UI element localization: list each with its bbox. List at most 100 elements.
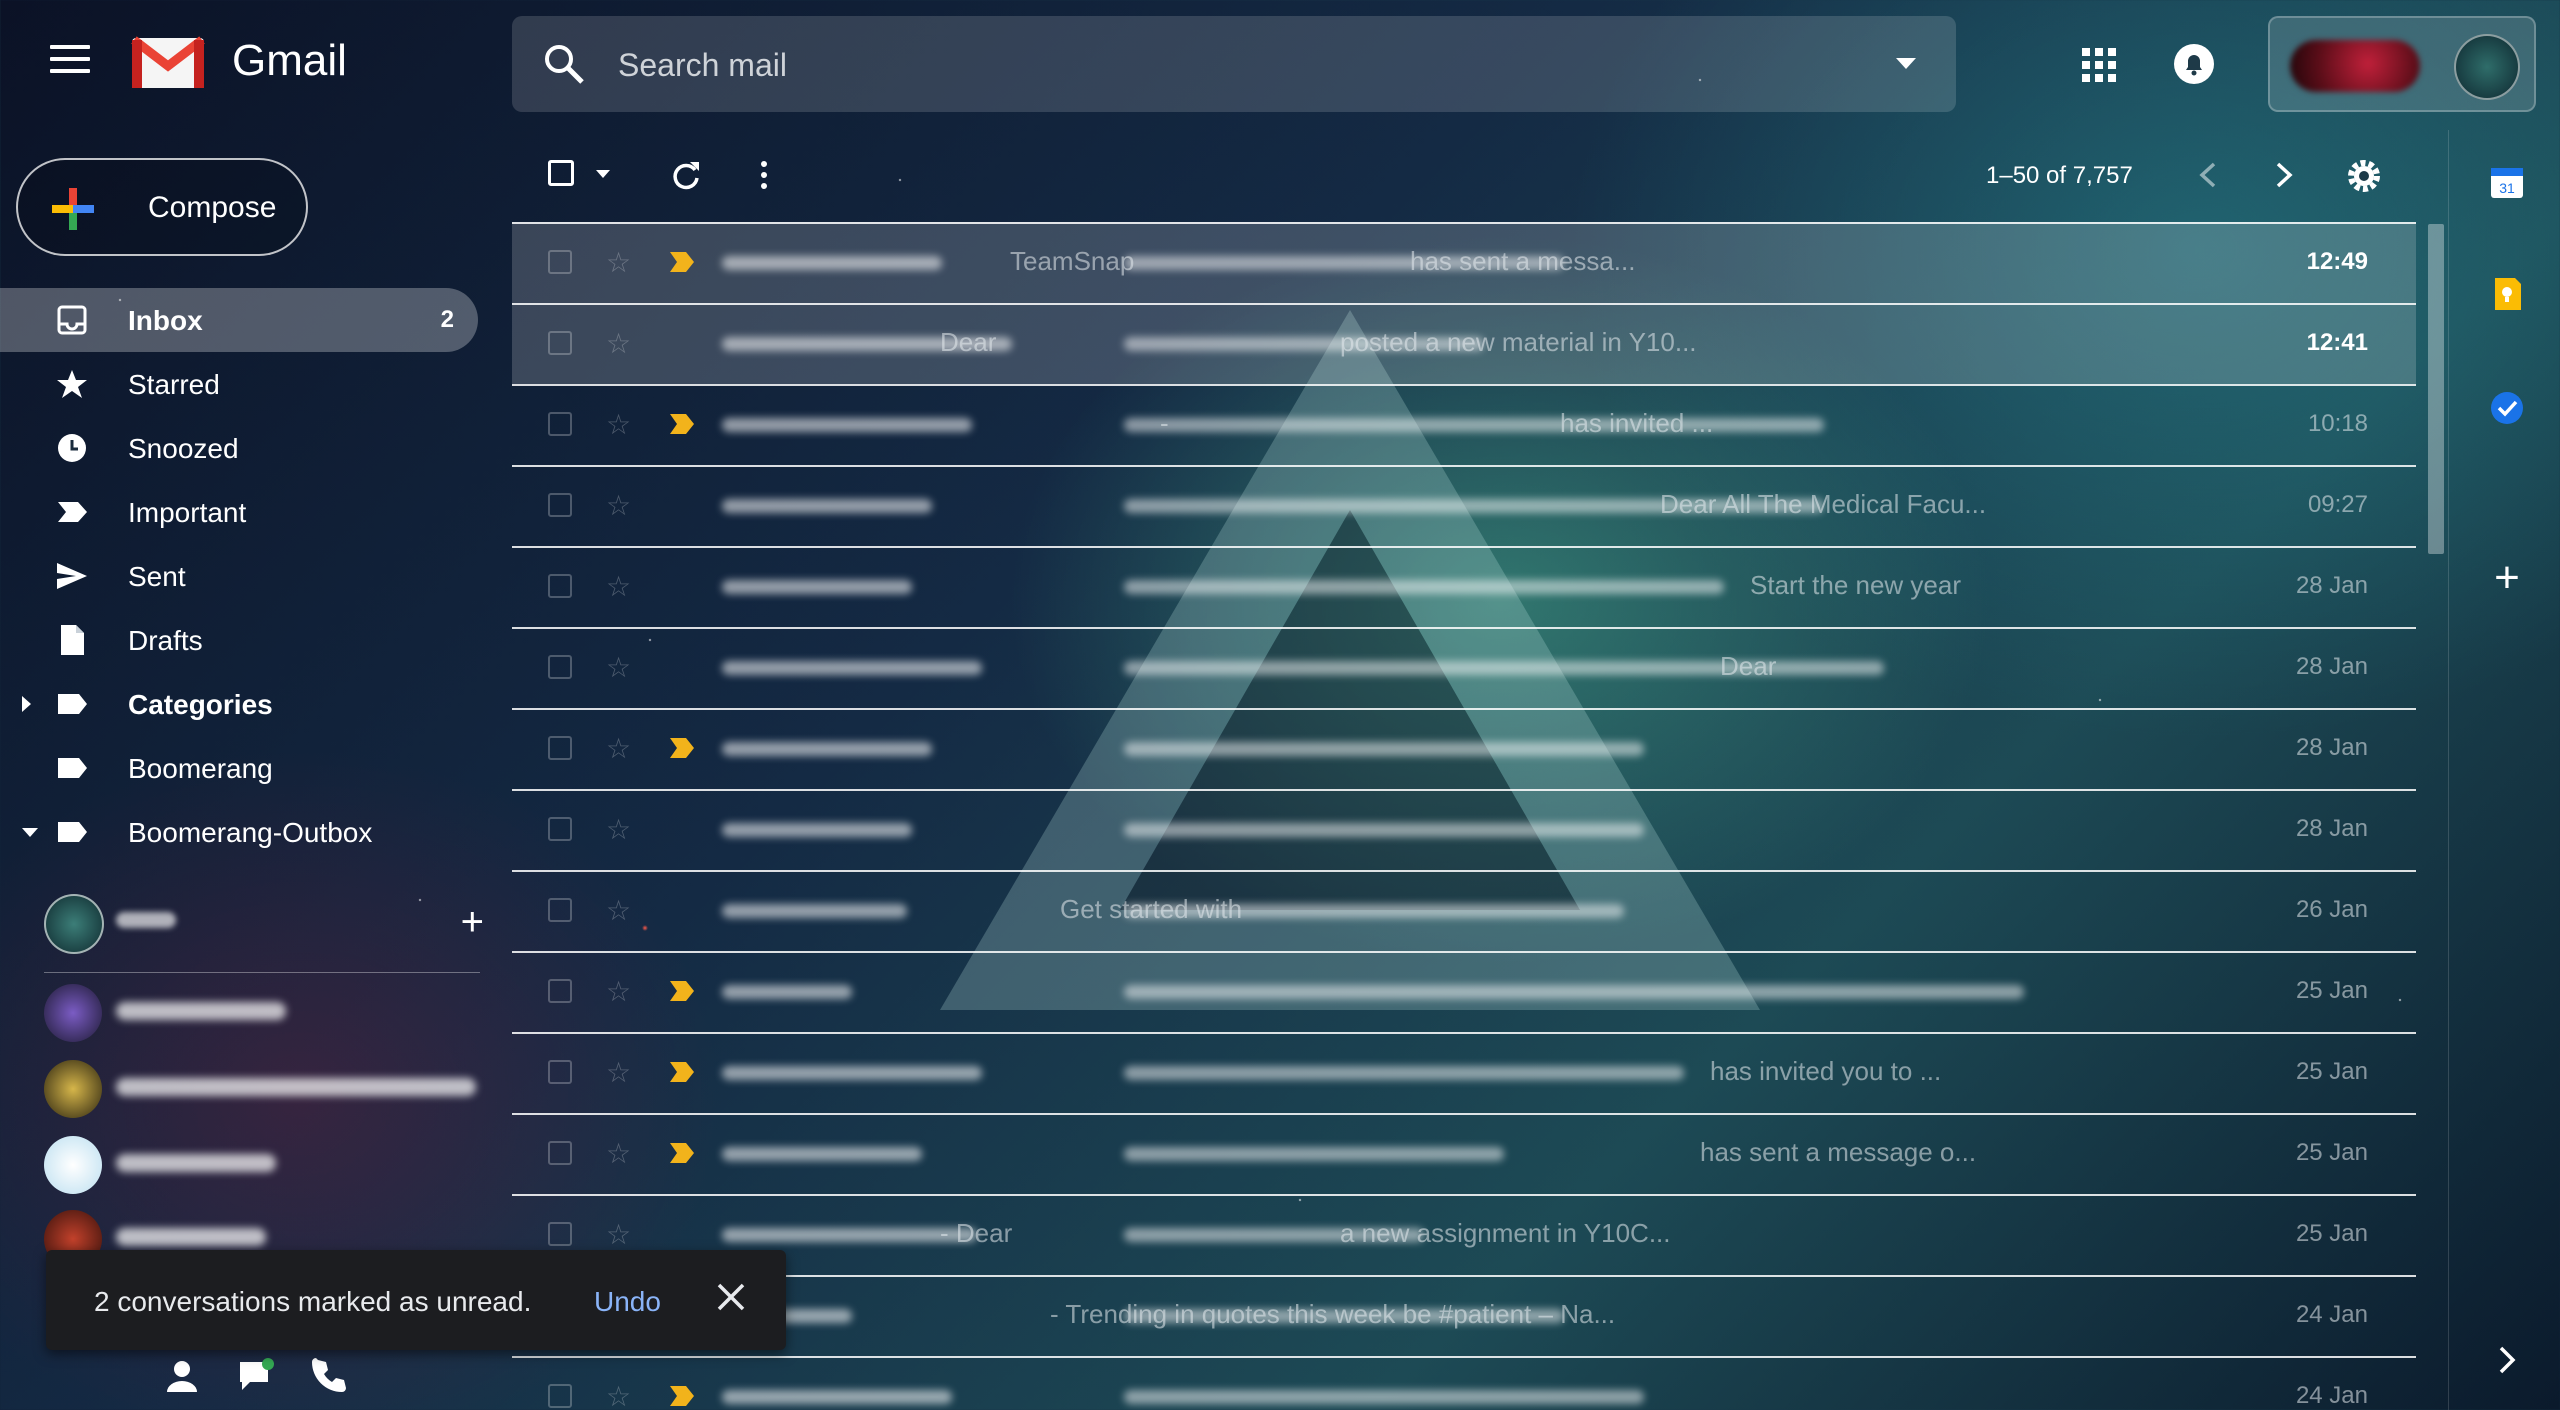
notifications-icon[interactable]	[2172, 42, 2216, 86]
star-toggle-icon[interactable]: ☆	[606, 894, 631, 927]
collapse-icon[interactable]	[22, 828, 38, 837]
star-toggle-icon[interactable]: ☆	[606, 327, 631, 360]
row-checkbox[interactable]	[548, 493, 572, 517]
expand-icon[interactable]	[22, 696, 31, 712]
add-addon-icon[interactable]: +	[2489, 556, 2525, 600]
row-checkbox[interactable]	[548, 574, 572, 598]
email-snippet: -	[1160, 408, 1169, 438]
sidebar-item-inbox[interactable]: Inbox 2	[0, 288, 478, 352]
important-marker-icon[interactable]	[670, 1386, 694, 1406]
row-checkbox[interactable]	[548, 412, 572, 436]
keep-icon[interactable]	[2489, 276, 2525, 312]
important-marker-icon[interactable]	[670, 981, 694, 1001]
search-bar[interactable]	[512, 16, 1956, 112]
star-toggle-icon[interactable]: ☆	[606, 246, 631, 279]
undo-button[interactable]: Undo	[594, 1286, 661, 1318]
row-checkbox[interactable]	[548, 1060, 572, 1084]
star-toggle-icon[interactable]: ☆	[606, 489, 631, 522]
important-marker-icon[interactable]	[670, 1143, 694, 1163]
star-toggle-icon[interactable]: ☆	[606, 651, 631, 684]
email-row[interactable]: ☆ Dear All The Medical Facu... 09:27	[512, 465, 2416, 546]
row-checkbox[interactable]	[548, 898, 572, 922]
phone-icon[interactable]	[310, 1356, 350, 1396]
contact-item[interactable]	[44, 1136, 484, 1196]
row-checkbox[interactable]	[548, 979, 572, 1003]
search-input[interactable]	[616, 36, 1820, 94]
refresh-icon[interactable]	[668, 158, 702, 192]
add-contact-icon[interactable]: +	[461, 902, 484, 942]
email-row[interactable]: ☆ Dear 28 Jan	[512, 627, 2416, 708]
calendar-icon[interactable]: 31	[2489, 164, 2525, 200]
sidebar-item-boomerang[interactable]: Boomerang	[0, 736, 478, 800]
row-checkbox[interactable]	[548, 250, 572, 274]
star-toggle-icon[interactable]: ☆	[606, 570, 631, 603]
sidebar-item-snoozed[interactable]: Snoozed	[0, 416, 478, 480]
select-options-dropdown-icon[interactable]	[596, 170, 610, 178]
email-row[interactable]: ☆ - Dear a new assignment in Y10C... 25 Jan	[512, 1194, 2416, 1275]
close-icon[interactable]	[714, 1280, 748, 1314]
older-page-icon[interactable]	[2272, 160, 2296, 190]
email-row[interactable]: ☆ 24 Jan	[512, 1356, 2416, 1410]
row-checkbox[interactable]	[548, 1384, 572, 1408]
email-row[interactable]: ☆ - has invited ... 10:18	[512, 384, 2416, 465]
avatar[interactable]	[44, 894, 104, 954]
email-row[interactable]: ☆ 28 Jan	[512, 789, 2416, 870]
email-snippet: posted a new material in Y10...	[1340, 327, 1697, 357]
email-row[interactable]: ☆ has sent a message o... 25 Jan	[512, 1113, 2416, 1194]
sidebar-item-categories[interactable]: Categories	[0, 672, 478, 736]
star-toggle-icon[interactable]: ☆	[606, 1380, 631, 1410]
search-options-dropdown-icon[interactable]	[1896, 58, 1916, 69]
row-checkbox[interactable]	[548, 1222, 572, 1246]
row-checkbox[interactable]	[548, 1141, 572, 1165]
account-avatar[interactable]	[2454, 34, 2520, 100]
sidebar-item-starred[interactable]: Starred	[0, 352, 478, 416]
search-icon[interactable]	[542, 42, 586, 86]
select-all-checkbox[interactable]	[548, 160, 574, 186]
subject-redacted	[1124, 985, 2024, 999]
contact-item[interactable]	[44, 1060, 484, 1120]
star-toggle-icon[interactable]: ☆	[606, 1056, 631, 1089]
google-apps-icon[interactable]	[2082, 48, 2116, 82]
row-checkbox[interactable]	[548, 655, 572, 679]
show-side-panel-icon[interactable]	[2489, 1342, 2525, 1378]
row-checkbox[interactable]	[548, 817, 572, 841]
contact-item[interactable]	[44, 984, 484, 1044]
email-row[interactable]: ☆ 25 Jan	[512, 951, 2416, 1032]
important-marker-icon[interactable]	[670, 1062, 694, 1082]
email-row[interactable]: ☆ TeamSnap has sent a messa... 12:49	[512, 222, 2416, 303]
important-marker-icon[interactable]	[670, 252, 694, 272]
email-row[interactable]: ☆- Trending in quotes this week be #pati…	[512, 1275, 2416, 1356]
email-row[interactable]: ☆ has invited you to ... 25 Jan	[512, 1032, 2416, 1113]
hangouts-user[interactable]: +	[44, 894, 484, 954]
important-marker-icon[interactable]	[670, 738, 694, 758]
email-row[interactable]: ☆ Get started with 26 Jan	[512, 870, 2416, 951]
chat-bubble-icon[interactable]	[236, 1356, 276, 1396]
star-toggle-icon[interactable]: ☆	[606, 813, 631, 846]
email-row[interactable]: ☆ Start the new year 28 Jan	[512, 546, 2416, 627]
star-toggle-icon[interactable]: ☆	[606, 408, 631, 441]
scrollbar[interactable]	[2428, 224, 2444, 554]
account-switcher[interactable]	[2268, 16, 2536, 112]
sidebar-item-sent[interactable]: Sent	[0, 544, 478, 608]
row-checkbox[interactable]	[548, 331, 572, 355]
star-toggle-icon[interactable]: ☆	[606, 732, 631, 765]
pagination-text: 1–50 of 7,757	[1986, 162, 2133, 189]
settings-gear-icon[interactable]	[2344, 156, 2384, 196]
row-checkbox[interactable]	[548, 736, 572, 760]
email-snippet: - Dear	[940, 1218, 1013, 1248]
important-marker-icon[interactable]	[670, 414, 694, 434]
star-toggle-icon[interactable]: ☆	[606, 1218, 631, 1251]
main-menu-button[interactable]	[50, 45, 90, 77]
more-options-icon[interactable]	[758, 160, 770, 190]
sidebar-item-boomerang-outbox[interactable]: Boomerang-Outbox	[0, 800, 478, 864]
email-row[interactable]: ☆ Dear posted a new material in Y10... 12:4…	[512, 303, 2416, 384]
star-toggle-icon[interactable]: ☆	[606, 975, 631, 1008]
tasks-icon[interactable]	[2489, 390, 2525, 426]
star-toggle-icon[interactable]: ☆	[606, 1137, 631, 1170]
compose-button[interactable]: Compose	[16, 158, 308, 256]
email-row[interactable]: ☆ 28 Jan	[512, 708, 2416, 789]
contacts-icon[interactable]	[162, 1356, 202, 1396]
sidebar-item-important[interactable]: Important	[0, 480, 478, 544]
newer-page-icon[interactable]	[2196, 160, 2220, 190]
sidebar-item-drafts[interactable]: Drafts	[0, 608, 478, 672]
